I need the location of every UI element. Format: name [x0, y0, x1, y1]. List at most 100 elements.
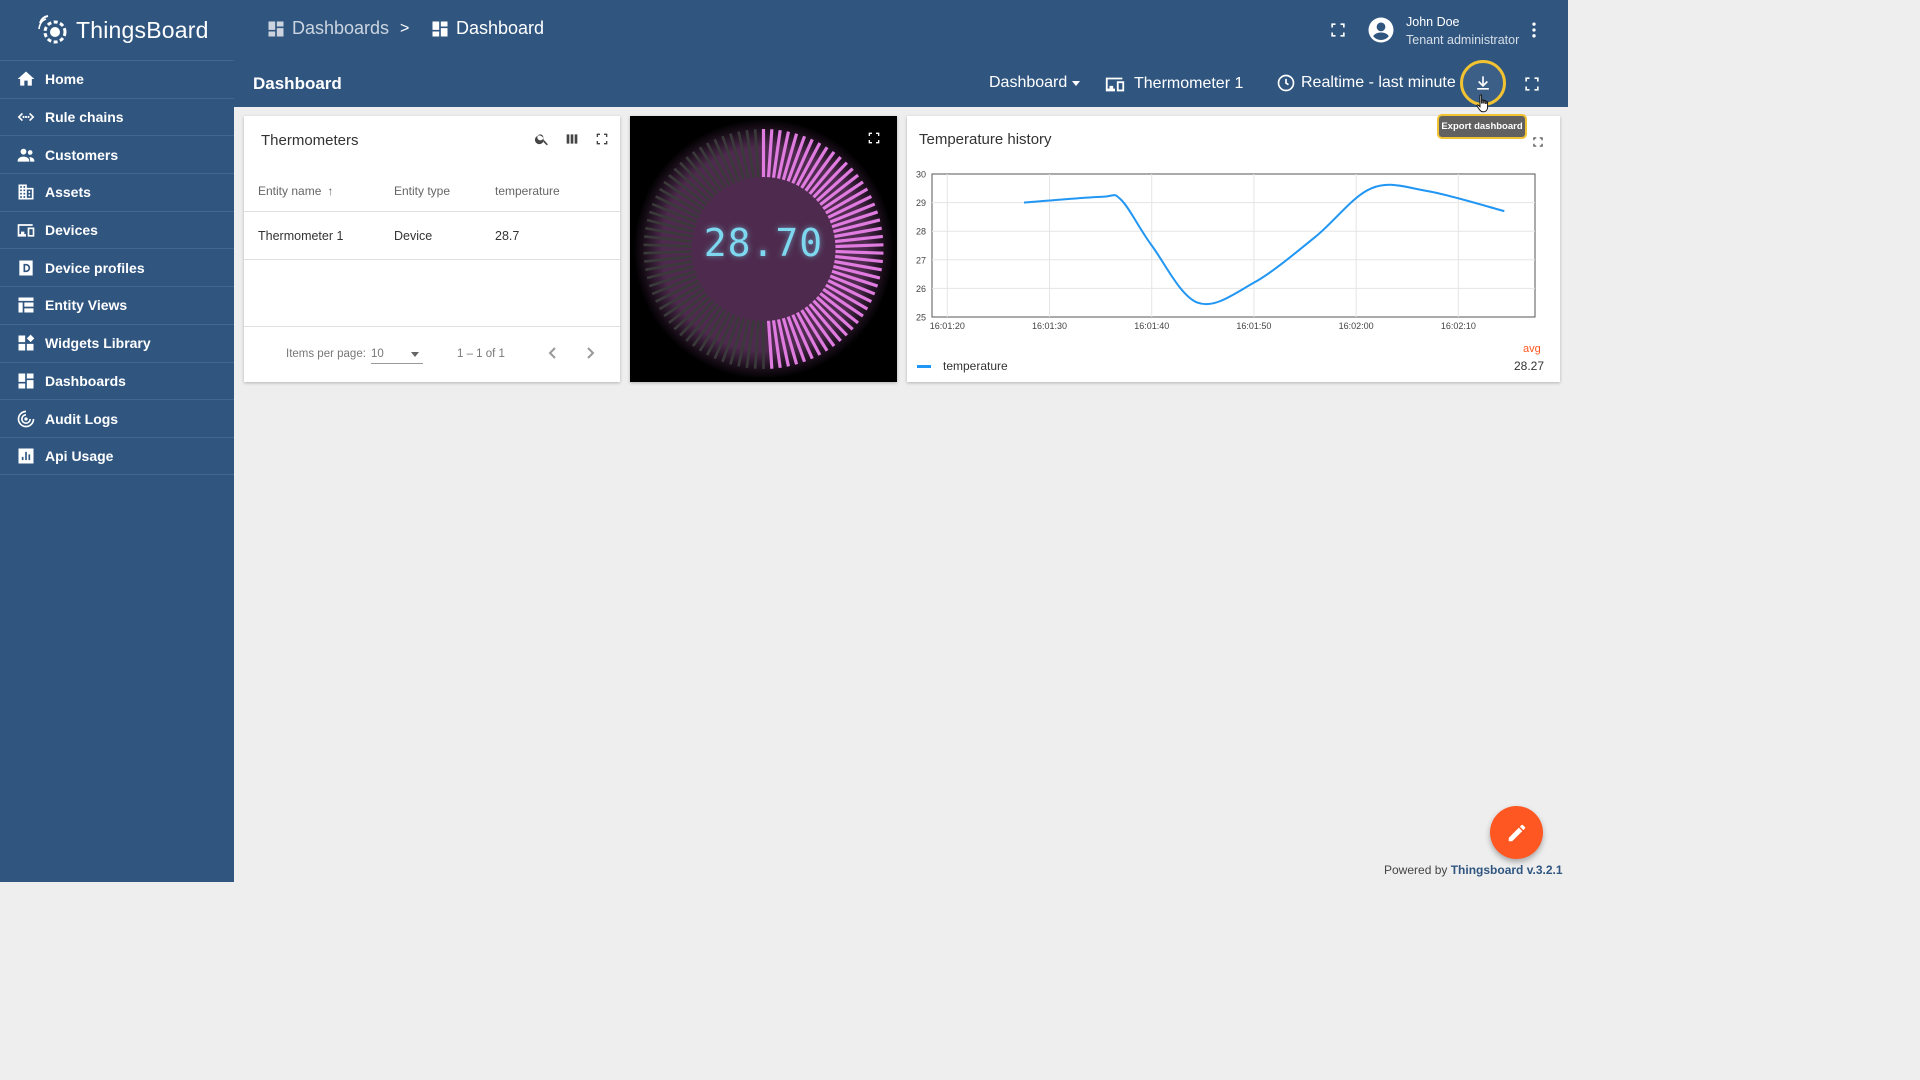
dashboards-icon	[268, 21, 284, 36]
export-tooltip: Export dashboard	[1437, 114, 1527, 139]
breadcrumb-label: Dashboard	[456, 18, 545, 38]
user-name: John Doe	[1406, 15, 1460, 29]
x-tick-label: 16:01:50	[1236, 321, 1271, 331]
devices-icon	[1105, 77, 1125, 92]
sidebar: ThingsBoard Home Rule chains Customers A…	[0, 0, 234, 882]
next-page-icon[interactable]	[583, 346, 597, 360]
y-tick-label: 29	[916, 198, 926, 208]
fullscreen-icon[interactable]	[1328, 20, 1348, 40]
table-row[interactable]: Thermometer 1 Device 28.7	[244, 212, 620, 260]
clock-icon	[1277, 74, 1295, 92]
table-paginator: Items per page: 10 1 – 1 of 1	[244, 326, 620, 382]
search-icon[interactable]	[534, 131, 550, 147]
arrow-drop-down-icon	[411, 352, 419, 357]
sidebar-item-label: Rule chains	[45, 109, 124, 126]
legend-avg-header: avg	[1523, 343, 1541, 355]
y-tick-label: 25	[916, 313, 926, 323]
user-role: Tenant administrator	[1406, 33, 1520, 47]
breadcrumb-dashboards[interactable]: Dashboards	[266, 18, 389, 39]
fullscreen-icon[interactable]	[866, 130, 882, 146]
items-per-page-label: Items per page:	[286, 348, 366, 360]
audit-logs-icon	[16, 409, 36, 429]
device-profiles-icon	[16, 258, 36, 278]
y-tick-label: 26	[916, 284, 926, 294]
widget-title: Thermometers	[261, 132, 359, 149]
sort-arrow-icon: ↑	[327, 183, 334, 198]
sidebar-item-label: Api Usage	[45, 447, 114, 464]
dashboard-fullscreen-icon[interactable]	[1522, 74, 1542, 94]
legend-swatch	[917, 365, 931, 368]
x-tick-label: 16:01:20	[930, 321, 965, 331]
powered-by: Powered by Thingsboard v.3.2.1	[1384, 863, 1563, 877]
sidebar-item-device-profiles[interactable]: Device profiles	[0, 248, 234, 286]
avatar[interactable]	[1366, 15, 1396, 45]
sidebar-item-label: Devices	[45, 222, 98, 239]
x-tick-label: 16:01:30	[1032, 321, 1067, 331]
sidebar-item-audit-logs[interactable]: Audit Logs	[0, 399, 234, 437]
app-logo[interactable]: ThingsBoard	[0, 0, 234, 60]
widgets-library-icon	[16, 333, 36, 353]
sidebar-item-api-usage[interactable]: Api Usage	[0, 436, 234, 475]
dashboard-toolbar: Dashboard Dashboard Thermometer 1 Realti…	[234, 60, 1568, 107]
column-header-temperature[interactable]: temperature	[495, 184, 560, 198]
items-per-page-select[interactable]: 10	[371, 348, 423, 364]
legend-series-name[interactable]: temperature	[943, 359, 1008, 373]
sidebar-item-entity-views[interactable]: Entity Views	[0, 286, 234, 324]
x-tick-label: 16:01:40	[1134, 321, 1169, 331]
dashboard-title: Dashboard	[253, 74, 342, 93]
sidebar-item-rule-chains[interactable]: Rule chains	[0, 97, 234, 136]
thermometers-table-widget: Thermometers Entity name ↑ Entity type te…	[244, 116, 620, 382]
x-tick-label: 16:02:10	[1441, 321, 1476, 331]
cell-temperature: 28.7	[495, 228, 520, 243]
temperature-gauge-widget: 28.70	[630, 116, 897, 382]
rule-chains-icon	[16, 107, 36, 127]
dashboard-state-select[interactable]: Dashboard	[989, 74, 1081, 92]
sidebar-item-label: Dashboards	[45, 372, 126, 389]
home-icon	[16, 69, 36, 89]
sidebar-item-label: Audit Logs	[45, 410, 119, 427]
top-bar: Dashboards > Dashboard John Doe Tenant a…	[234, 0, 1568, 60]
gauge-value: 28.70	[703, 221, 824, 265]
sidebar-item-dashboards[interactable]: Dashboards	[0, 361, 234, 400]
paginator-range: 1 – 1 of 1	[457, 348, 505, 360]
column-header-entity-name[interactable]: Entity name ↑	[258, 184, 333, 198]
sidebar-item-label: Device profiles	[45, 259, 145, 276]
powered-by-label: Powered by	[1384, 863, 1448, 877]
sidebar-item-label: Widgets Library	[45, 335, 151, 352]
sidebar-item-label: Customers	[45, 146, 119, 163]
edit-dashboard-button[interactable]	[1490, 806, 1543, 859]
sidebar-item-devices[interactable]: Devices	[0, 210, 234, 249]
sidebar-item-customers[interactable]: Customers	[0, 135, 234, 173]
y-tick-label: 27	[916, 255, 926, 265]
previous-page-icon[interactable]	[546, 346, 560, 360]
temperature-history-widget: Temperature history 25 26 27 28 29 30 16:01:20…	[907, 116, 1560, 382]
items-per-page-value: 10	[371, 348, 384, 360]
user-info[interactable]: John Doe Tenant administrator	[1406, 13, 1519, 49]
x-tick-label: 16:02:00	[1339, 321, 1374, 331]
entity-select-value: Thermometer 1	[1134, 75, 1244, 92]
temperature-line-chart: 25 26 27 28 29 30 16:01:20 16:01:30 16:01:40 16:0…	[916, 170, 1536, 331]
cell-entity-name: Thermometer 1	[258, 228, 344, 243]
sidebar-item-widgets-library[interactable]: Widgets Library	[0, 323, 234, 362]
arrow-drop-down-icon	[1072, 80, 1081, 86]
dashboards-icon	[16, 371, 36, 391]
sidebar-item-home[interactable]: Home	[0, 60, 234, 98]
sidebar-item-label: Entity Views	[45, 297, 128, 314]
view-column-icon[interactable]	[564, 131, 580, 147]
timewindow-select[interactable]: Realtime - last minute	[1276, 73, 1456, 93]
assets-icon	[16, 182, 36, 202]
breadcrumb-dashboard: Dashboard	[430, 18, 544, 39]
thingsboard-logo-icon	[38, 15, 67, 44]
thingsboard-version-link[interactable]: Thingsboard v.3.2.1	[1451, 863, 1563, 877]
fullscreen-icon[interactable]	[594, 131, 610, 147]
hand-pointer-cursor-icon	[1476, 94, 1489, 113]
column-header-entity-type[interactable]: Entity type	[394, 184, 450, 198]
more-vert-icon[interactable]	[1530, 20, 1538, 40]
edit-pencil-icon	[1508, 824, 1525, 841]
sidebar-item-assets[interactable]: Assets	[0, 173, 234, 211]
table-header: Entity name ↑ Entity type temperature	[244, 170, 620, 212]
legend-avg-value: 28.27	[1514, 359, 1545, 373]
entity-alias-select[interactable]: Thermometer 1	[1104, 73, 1243, 95]
sidebar-item-label: Home	[45, 71, 84, 88]
entity-views-icon	[16, 295, 36, 315]
